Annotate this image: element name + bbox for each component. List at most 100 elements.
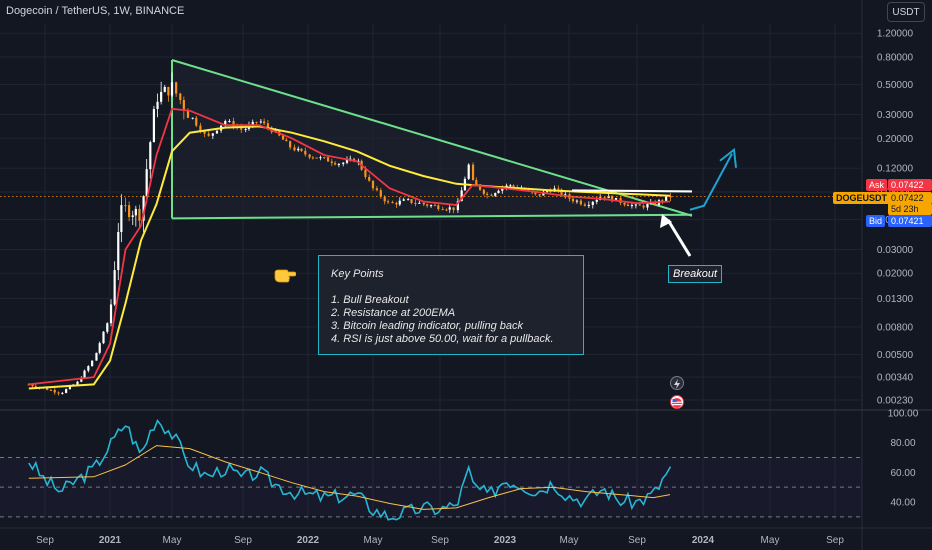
candle-body [603,197,606,199]
key-point-item: 1. Bull Breakout [331,294,409,306]
candle-body [266,123,270,128]
projection-arrow [689,153,733,211]
candle-body [149,142,152,170]
bid-price: 0.07421 [888,215,932,227]
candle-body [163,86,166,92]
candle-body [497,190,500,194]
candle-body [646,203,649,208]
candle-body [371,180,375,189]
candle-body [293,147,296,151]
candle-body [285,139,288,142]
candle-body [342,162,345,164]
rsi-pane [0,418,862,521]
candle-body [587,204,590,206]
rsi-tick-label: 100.00 [888,409,919,420]
candle-body [433,205,437,207]
candle-body [297,148,300,151]
time-tick-label: Sep [431,535,449,546]
candle-body [375,188,379,191]
candle-body [156,101,159,110]
candle-body [179,93,182,101]
candle-body [120,205,123,233]
bid-label: Bid [866,215,886,227]
candle-body [391,202,394,204]
price-tick-label: 0.00800 [877,322,914,333]
rsi-tick-label: 80.00 [890,438,915,449]
ask-label: Ask [866,179,888,191]
projection-arrow-head [719,147,737,168]
pointing-hand-icon [274,269,296,283]
candle-body [490,194,493,196]
candle-body [91,360,94,367]
candle-body [113,270,116,305]
breakout-pointer-arrow [666,219,692,257]
candle-body [61,392,64,394]
candle-body [591,201,594,205]
key-points-title: Key Points [331,268,384,280]
candle-body [383,196,386,202]
time-tick-label: Sep [628,535,646,546]
candle-body [407,199,410,201]
us-flag-icon[interactable] [670,395,684,409]
candle-body [642,205,645,208]
resistance-line [571,189,693,193]
lightning-icon[interactable] [670,376,684,390]
candle-body [595,199,598,202]
candle-body [138,208,141,221]
candle-body [152,109,156,143]
candle-body [175,82,178,94]
price-tick-label: 0.00500 [877,350,914,361]
candle-body [512,185,515,188]
candle-body [289,141,292,148]
candle-body [300,148,303,151]
key-point-item: 4. RSI is just above 50.00, wait for a p… [331,333,554,345]
price-tick-label: 0.02000 [877,269,914,280]
candle-body [195,117,198,126]
candle-body [422,202,425,205]
candle-body [76,381,79,385]
key-point-item: 3. Bitcoin leading indicator, pulling ba… [331,320,524,332]
candle-body [626,204,630,207]
price-tick-label: 0.30000 [877,110,914,121]
candle-body [304,150,307,155]
candle-body [379,190,382,197]
price-tick-label: 0.03000 [877,245,914,256]
price-tick-label: 0.00230 [877,396,914,407]
candle-body [402,199,405,201]
candle-body [579,200,582,205]
candle-body [255,121,258,123]
candle-body [211,133,214,136]
candle-body [124,205,127,207]
candle-body [546,191,549,193]
candle-body [215,130,219,134]
time-tick-label: 2022 [297,535,320,546]
candle-body [109,304,113,324]
candle-body [557,188,560,190]
candle-body [448,207,451,210]
time-tick-label: 2021 [99,535,122,546]
candle-body [65,389,68,393]
candle-body [634,204,637,206]
currency-button[interactable]: USDT [887,2,925,22]
candle-body [281,135,285,140]
candle-body [638,204,641,206]
candle-body [191,117,194,119]
candle-body [308,154,311,158]
symbol-title: Dogecoin / TetherUS, 1W, BINANCE [6,5,185,17]
price-tick-label: 0.00340 [877,373,914,384]
time-tick-label: May [163,535,182,546]
key-points-note: Key Points 1. Bull Breakout 2. Resistanc… [318,255,584,355]
candle-body [203,131,206,134]
candle-body [494,193,497,196]
candle-body [87,366,90,371]
candle-body [53,389,56,393]
time-tick-label: 2024 [692,535,715,546]
candle-body [167,86,170,96]
candle-body [418,202,421,204]
candle-body [583,204,586,206]
candle-body [117,232,120,271]
candle-body [534,192,537,195]
ask-price: 0.07422 [888,179,932,191]
candle-body [315,157,318,159]
candle-body [170,82,174,96]
